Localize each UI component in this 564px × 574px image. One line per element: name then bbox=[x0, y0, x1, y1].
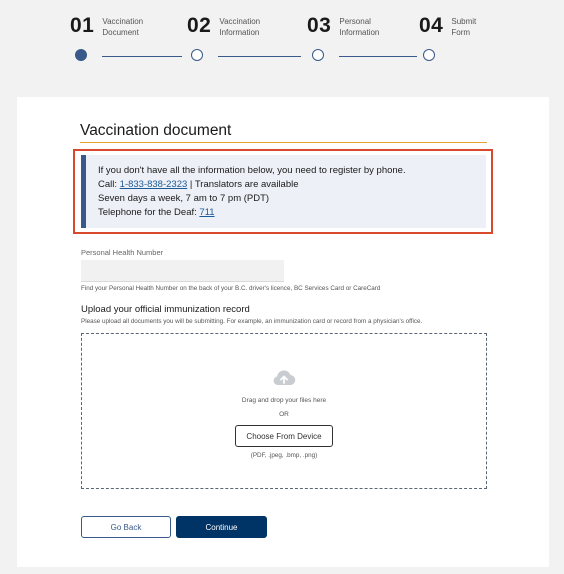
phone-link[interactable]: 1-833-838-2323 bbox=[120, 179, 188, 190]
go-back-button[interactable]: Go Back bbox=[81, 516, 171, 538]
step-2-indicator bbox=[191, 49, 203, 61]
step-connector bbox=[339, 56, 417, 57]
step-4-label: Submit Form bbox=[451, 16, 511, 38]
step-4-label-line1: Submit bbox=[451, 17, 477, 26]
accepted-formats: (PDF, .jpeg, .bmp, .png) bbox=[250, 452, 318, 459]
step-4-label-line2: Form bbox=[451, 28, 471, 37]
drag-drop-text: Drag and drop your files here bbox=[241, 397, 327, 404]
phone-registration-callout: If you don't have all the information be… bbox=[81, 155, 486, 228]
call-suffix: | Translators are available bbox=[187, 179, 299, 190]
step-3-label-line2: Information bbox=[339, 28, 380, 37]
step-connector bbox=[102, 56, 182, 57]
step-connector bbox=[218, 56, 301, 57]
step-3: 03 Personal Information bbox=[307, 12, 399, 40]
step-1-indicator bbox=[75, 49, 87, 61]
step-2-label: Vaccination Information bbox=[219, 16, 279, 38]
step-3-number: 03 bbox=[307, 14, 332, 37]
or-separator: OR bbox=[279, 411, 289, 418]
page-title: Vaccination document bbox=[80, 122, 232, 139]
title-underline bbox=[80, 142, 487, 143]
callout-line-hours: Seven days a week, 7 am to 7 pm (PDT) bbox=[98, 193, 270, 204]
phn-input[interactable] bbox=[81, 260, 284, 282]
callout-line-call: Call: 1-833-838-2323 | Translators are a… bbox=[98, 178, 486, 192]
call-prefix: Call: bbox=[98, 179, 120, 190]
phn-help-text: Find your Personal Health Number on the … bbox=[81, 285, 381, 292]
step-4: 04 Submit Form bbox=[419, 12, 511, 40]
callout-line-intro: If you don't have all the information be… bbox=[98, 165, 406, 176]
deaf-phone-link[interactable]: 711 bbox=[199, 207, 214, 218]
step-3-label: Personal Information bbox=[339, 16, 399, 38]
step-1: 01 Vaccination Document bbox=[70, 12, 162, 40]
step-2-label-line1: Vaccination bbox=[219, 17, 261, 26]
step-2-number: 02 bbox=[187, 14, 212, 37]
choose-from-device-button[interactable]: Choose From Device bbox=[235, 425, 333, 447]
step-1-number: 01 bbox=[70, 14, 95, 37]
step-4-indicator bbox=[423, 49, 435, 61]
callout-line-deaf: Telephone for the Deaf: 711 bbox=[98, 206, 486, 220]
cloud-upload-icon bbox=[273, 370, 296, 386]
step-3-label-line1: Personal bbox=[339, 17, 371, 26]
upload-heading: Upload your official immunization record bbox=[81, 304, 250, 315]
step-1-label: Vaccination Document bbox=[102, 16, 162, 38]
step-1-label-line2: Document bbox=[102, 28, 139, 37]
step-4-number: 04 bbox=[419, 14, 444, 37]
continue-button[interactable]: Continue bbox=[176, 516, 267, 538]
phn-label: Personal Health Number bbox=[81, 248, 164, 257]
step-1-label-line1: Vaccination bbox=[102, 17, 144, 26]
upload-description: Please upload all documents you will be … bbox=[81, 318, 423, 325]
step-2: 02 Vaccination Information bbox=[187, 12, 279, 40]
step-3-indicator bbox=[312, 49, 324, 61]
step-2-label-line2: Information bbox=[219, 28, 260, 37]
progress-stepper: 01 Vaccination Document 02 Vaccination I… bbox=[0, 0, 564, 80]
deaf-prefix: Telephone for the Deaf: bbox=[98, 207, 200, 218]
